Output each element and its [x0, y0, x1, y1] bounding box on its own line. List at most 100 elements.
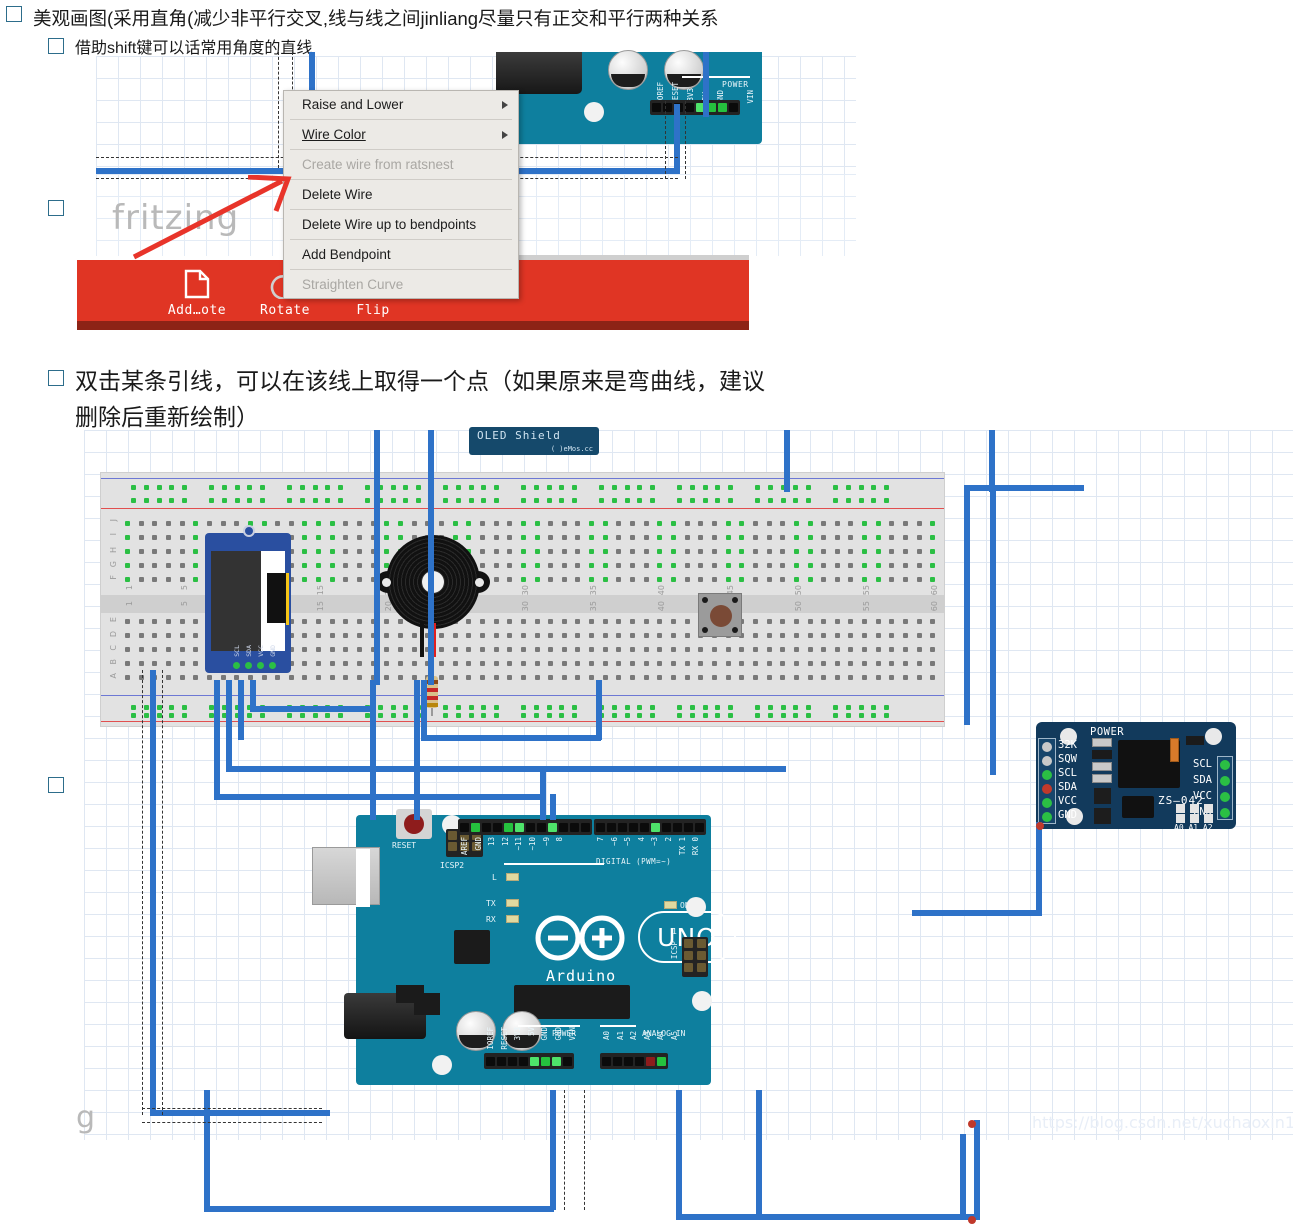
breadboard-hole[interactable] [833, 705, 838, 710]
breadboard-hole[interactable] [312, 485, 318, 490]
breadboard-hole[interactable] [848, 535, 854, 540]
breadboard-hole[interactable] [834, 661, 840, 666]
breadboard-hole[interactable] [546, 705, 552, 710]
breadboard-hole[interactable] [494, 498, 500, 503]
breadboard-hole[interactable] [875, 675, 881, 680]
breadboard-hole[interactable] [657, 661, 663, 666]
breadboard-hole[interactable] [138, 535, 144, 540]
breadboard-hole[interactable] [916, 535, 922, 540]
breadboard-hole[interactable] [698, 577, 704, 582]
breadboard-hole[interactable] [438, 661, 444, 666]
breadboard-hole[interactable] [533, 713, 539, 718]
breadboard-hole[interactable] [302, 563, 308, 568]
breadboard-hole[interactable] [780, 498, 786, 503]
breadboard-hole[interactable] [793, 521, 799, 526]
breadboard-hole[interactable] [630, 633, 636, 638]
breadboard-hole[interactable] [534, 661, 540, 666]
breadboard-hole[interactable] [138, 521, 144, 526]
breadboard-hole[interactable] [125, 647, 130, 652]
breadboard-hole[interactable] [357, 675, 363, 680]
rtc-right-pad-gnd[interactable] [1220, 808, 1230, 818]
breadboard-hole[interactable] [261, 521, 267, 526]
breadboard-hole[interactable] [299, 713, 305, 718]
breadboard-hole[interactable] [143, 498, 149, 503]
wire[interactable] [703, 52, 709, 117]
breadboard-hole[interactable] [767, 498, 773, 503]
breadboard-hole[interactable] [302, 535, 308, 540]
breadboard-hole[interactable] [329, 661, 335, 666]
breadboard-hole[interactable] [443, 705, 448, 710]
breadboard-hole[interactable] [152, 661, 158, 666]
breadboard-hole[interactable] [316, 549, 322, 554]
breadboard-hole[interactable] [684, 563, 690, 568]
breadboard-hole[interactable] [589, 619, 595, 624]
breadboard-hole[interactable] [338, 713, 344, 718]
breadboard-hole[interactable] [534, 647, 540, 652]
breadboard-hole[interactable] [834, 535, 840, 540]
breadboard-hole[interactable] [930, 647, 936, 652]
breadboard-hole[interactable] [466, 647, 472, 652]
breadboard-hole[interactable] [793, 485, 799, 490]
breadboard-hole[interactable] [637, 485, 643, 490]
breadboard-hole[interactable] [398, 647, 403, 652]
breadboard-hole[interactable] [520, 619, 526, 624]
breadboard-hole[interactable] [275, 521, 281, 526]
breadboard-hole[interactable] [548, 563, 554, 568]
breadboard-hole[interactable] [711, 535, 717, 540]
breadboard-hole[interactable] [657, 647, 663, 652]
breadboard-hole[interactable] [698, 647, 704, 652]
breadboard-hole[interactable] [903, 563, 909, 568]
breadboard-hole[interactable] [138, 647, 144, 652]
pushbutton[interactable] [698, 593, 742, 637]
breadboard-hole[interactable] [234, 498, 240, 503]
breadboard-hole[interactable] [671, 521, 676, 526]
breadboard-hole[interactable] [916, 549, 922, 554]
breadboard-hole[interactable] [260, 485, 266, 490]
breadboard-hole[interactable] [602, 521, 608, 526]
breadboard-hole[interactable] [403, 485, 409, 490]
breadboard-hole[interactable] [684, 647, 690, 652]
breadboard-hole[interactable] [452, 647, 458, 652]
rtc-right-pad-vcc[interactable] [1220, 792, 1230, 802]
breadboard-hole[interactable] [403, 713, 409, 718]
breadboard-hole[interactable] [466, 521, 472, 526]
breadboard-hole[interactable] [479, 661, 485, 666]
breadboard-hole[interactable] [671, 549, 676, 554]
breadboard-hole[interactable] [534, 549, 540, 554]
breadboard-hole[interactable] [780, 549, 786, 554]
breadboard-hole[interactable] [494, 485, 500, 490]
breadboard-hole[interactable] [165, 661, 171, 666]
breadboard-hole[interactable] [357, 563, 363, 568]
breadboard-hole[interactable] [875, 633, 881, 638]
breadboard-hole[interactable] [611, 485, 617, 490]
breadboard-hole[interactable] [624, 485, 630, 490]
breadboard-hole[interactable] [930, 675, 936, 680]
breadboard-hole[interactable] [575, 661, 581, 666]
wire[interactable] [421, 735, 601, 741]
outline-item-1[interactable]: 美观画图(采用直角(减少非平行交叉,线与线之间jinliang尽量只有正交和平行… [6, 6, 719, 32]
checkbox-icon[interactable] [48, 777, 64, 793]
breadboard-hole[interactable] [520, 661, 526, 666]
breadboard-hole[interactable] [220, 675, 226, 680]
breadboard-hole[interactable] [671, 619, 676, 624]
breadboard-hole[interactable] [630, 521, 636, 526]
breadboard-hole[interactable] [807, 563, 813, 568]
breadboard-hole[interactable] [889, 661, 895, 666]
breadboard-hole[interactable] [630, 563, 636, 568]
breadboard-hole[interactable] [684, 661, 690, 666]
breadboard-hole[interactable] [858, 705, 864, 710]
breadboard-hole[interactable] [143, 713, 149, 718]
breadboard-hole[interactable] [833, 485, 838, 490]
breadboard-hole[interactable] [780, 661, 786, 666]
breadboard-hole[interactable] [507, 563, 513, 568]
breadboard-hole[interactable] [521, 485, 526, 490]
breadboard-hole[interactable] [715, 713, 721, 718]
breadboard-hole[interactable] [889, 675, 895, 680]
breadboard-hole[interactable] [131, 705, 136, 710]
breadboard-hole[interactable] [156, 498, 162, 503]
breadboard-hole[interactable] [493, 633, 499, 638]
breadboard-hole[interactable] [889, 521, 895, 526]
breadboard-hole[interactable] [548, 661, 554, 666]
breadboard-hole[interactable] [728, 485, 734, 490]
breadboard-hole[interactable] [179, 577, 185, 582]
